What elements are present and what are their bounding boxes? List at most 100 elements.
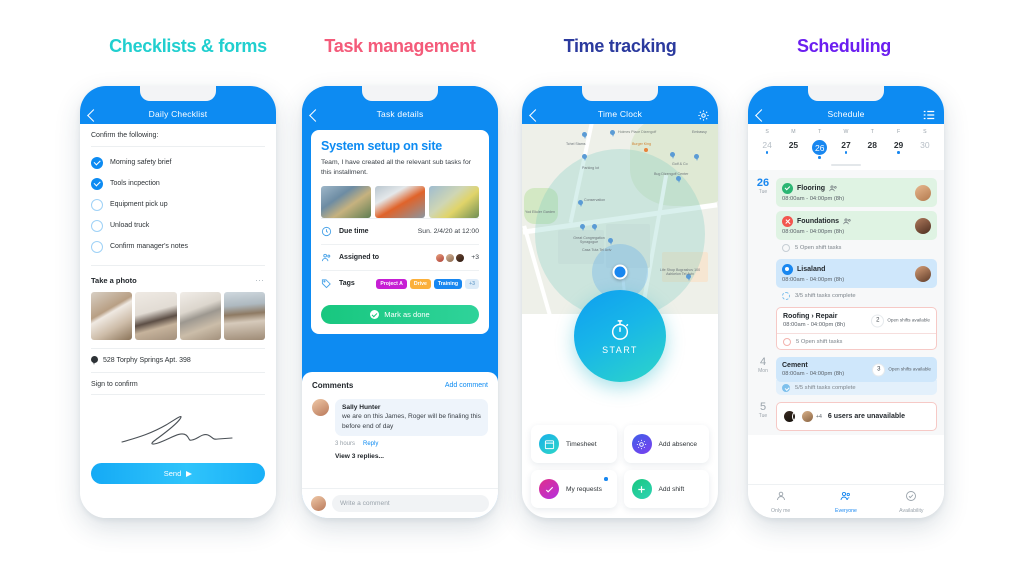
check-circle-icon (370, 310, 380, 320)
tab-label: Availability (899, 508, 924, 514)
checkbox-empty-icon[interactable] (91, 240, 103, 253)
map-pin-icon[interactable] (580, 224, 585, 231)
shift-title: Cement (782, 362, 808, 369)
list-item[interactable]: Confirm manager's notes (91, 236, 265, 257)
phone-checklists: Daily Checklist Confirm the following: M… (80, 86, 276, 518)
tab-everyone[interactable]: Everyone (813, 489, 878, 514)
list-item[interactable]: Tools incpection (91, 173, 265, 194)
date-cell-25[interactable]: 25 (780, 137, 806, 160)
tile-timesheet[interactable]: Timesheet (531, 425, 617, 463)
unavailable-users-card[interactable]: +4 6 users are unavailable (776, 402, 937, 431)
task-thumbnail[interactable] (375, 186, 425, 219)
schedule-list[interactable]: 26 Tue Flooring 08:00am - 04:00pm (8h) F… (748, 170, 944, 435)
back-chevron-icon[interactable] (87, 109, 100, 122)
open-shift-tasks-row[interactable]: 5 Open shift tasks (777, 334, 936, 349)
open-shifts-count: 2 (871, 314, 885, 327)
map-pin-icon[interactable] (670, 152, 675, 159)
map-label: Burger King (632, 142, 651, 146)
tag-chip[interactable]: Training (433, 278, 463, 289)
signature-pad[interactable] (80, 395, 276, 457)
map-pin-icon[interactable] (610, 130, 615, 137)
checkbox-empty-icon[interactable] (91, 198, 103, 211)
avatar (311, 496, 326, 511)
appbar-title: Task details (376, 109, 424, 119)
back-chevron-icon[interactable] (309, 109, 322, 122)
gear-icon[interactable] (697, 109, 710, 122)
avatar (915, 265, 931, 282)
take-a-photo-label: Take a photo (91, 276, 137, 285)
map-pin-icon[interactable] (578, 200, 583, 207)
map-pin-icon[interactable] (592, 224, 597, 231)
drag-handle[interactable] (831, 163, 861, 166)
checkbox-checked-icon[interactable] (91, 156, 103, 169)
add-comment-link[interactable]: Add comment (445, 382, 488, 389)
list-view-icon[interactable] (922, 109, 936, 121)
tile-my-requests[interactable]: My requests (531, 470, 617, 508)
photo-thumbnail[interactable] (91, 292, 133, 340)
checkbox-checked-icon[interactable] (91, 177, 103, 190)
reply-link[interactable]: Reply (363, 441, 378, 447)
sign-to-confirm-label: Sign to confirm (91, 381, 138, 388)
back-chevron-icon[interactable] (755, 109, 768, 122)
appbar-title: Time Clock (597, 109, 643, 119)
checkbox-empty-icon[interactable] (91, 219, 103, 232)
map-pin-icon[interactable] (694, 154, 699, 161)
shift-card-flooring[interactable]: Flooring 08:00am - 04:00pm (8h) (776, 178, 937, 207)
map-pin-icon[interactable] (582, 154, 587, 161)
shift-card-cement[interactable]: Cement 08:00am - 04:00pm (8h) 3 Open shi… (776, 357, 937, 382)
tab-only-me[interactable]: Only me (748, 489, 813, 514)
shift-title-row: Foundations (782, 216, 931, 227)
view-replies-link[interactable]: View 3 replies... (335, 453, 488, 460)
tag-chip[interactable]: Project A (376, 278, 407, 289)
shift-card-foundations[interactable]: Foundations 08:00am - 04:00pm (8h) (776, 211, 937, 240)
photo-thumbnail[interactable] (179, 292, 221, 340)
map-view[interactable]: Holmes Place Dizengoff Embassy Tchel Sta… (522, 124, 718, 314)
map-label: Conservation (584, 198, 606, 202)
map-pin-icon[interactable] (582, 132, 587, 139)
tile-add-shift[interactable]: Add shift (623, 470, 709, 508)
tag-icon (321, 279, 331, 289)
map-label: Yod Eliuler Garden (525, 210, 556, 214)
quick-action-tiles: Timesheet Add absence My requests Add sh… (522, 425, 718, 508)
tag-chip[interactable]: Drive (409, 278, 431, 289)
list-item[interactable]: Equipment pick up (91, 194, 265, 215)
back-chevron-icon[interactable] (529, 109, 542, 122)
mark-as-done-button[interactable]: Mark as done (321, 305, 479, 325)
map-label: Embassy (692, 130, 707, 134)
photo-thumbnail[interactable] (223, 292, 265, 340)
start-button[interactable]: START (574, 290, 666, 382)
date-cell-26-selected[interactable]: 26 (807, 137, 833, 160)
phone-notch (140, 86, 216, 101)
date-cell-29[interactable]: 29 (885, 137, 911, 160)
date-cell-28[interactable]: 28 (859, 137, 885, 160)
tags-row: Tags Project A Drive Training +3 (321, 270, 479, 296)
date-cell-27[interactable]: 27 (833, 137, 859, 160)
map-pin-icon[interactable] (676, 176, 681, 183)
avatar (915, 184, 931, 201)
send-button[interactable]: Send (91, 463, 265, 484)
shift-card-lisaland[interactable]: Lisaland 08:00am - 04:00pm (8h) (776, 259, 937, 288)
photo-thumbnail[interactable] (135, 292, 177, 340)
comment-input[interactable]: Write a comment (332, 495, 489, 512)
progress-complete-icon (782, 384, 790, 392)
shift-tasks-progress-row[interactable]: 3/5 shift tasks complete (776, 288, 937, 303)
list-item[interactable]: Unload truck (91, 215, 265, 236)
date-number: 24 (762, 140, 772, 150)
tag-overflow-chip[interactable]: +3 (465, 278, 479, 289)
sun-icon (631, 434, 652, 454)
tab-availability[interactable]: Availability (879, 489, 944, 514)
people-icon (321, 254, 331, 262)
phone-time-tracking: Time Clock Holmes Place Dizengoff Embass… (522, 86, 718, 518)
shift-card-roofing-repair[interactable]: Roofing › Repair 08:00am - 04:00pm (8h) … (776, 307, 937, 350)
task-thumbnail[interactable] (429, 186, 479, 219)
tile-add-absence[interactable]: Add absence (623, 425, 709, 463)
date-cell-30[interactable]: 30 (912, 137, 938, 160)
address-row: 528 Torphy Springs Apt. 398 (80, 349, 276, 372)
task-thumbnail[interactable] (321, 186, 371, 219)
assigned-to-value: +3 (435, 252, 479, 263)
date-cell-24[interactable]: 24 (754, 137, 780, 160)
overflow-menu-icon[interactable]: ⋯ (255, 275, 265, 286)
shift-tasks-progress-row[interactable]: 5/5 shift tasks complete (776, 380, 937, 395)
list-item[interactable]: Morning safety brief (91, 152, 265, 173)
open-shift-tasks-row[interactable]: 5 Open shift tasks (776, 240, 937, 255)
